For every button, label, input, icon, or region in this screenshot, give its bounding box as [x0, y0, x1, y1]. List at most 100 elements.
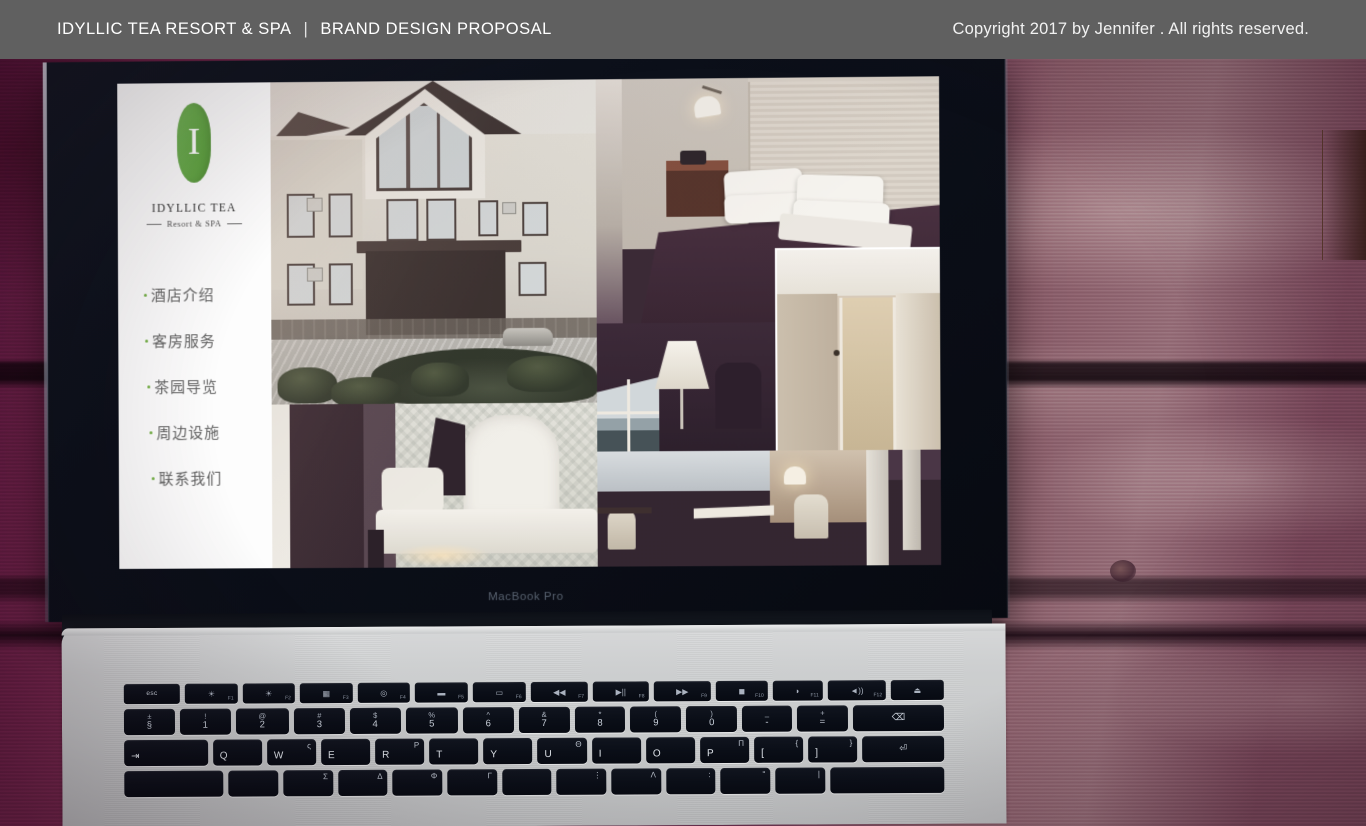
nav-bullet-icon — [149, 431, 153, 435]
copyright-notice: Copyright 2017 by Jennifer . All rights … — [952, 20, 1309, 38]
ac-unit-icon — [306, 197, 323, 212]
key-f3-mission-control[interactable]: ▦ F3 — [299, 682, 353, 704]
nav-bullet-icon — [147, 385, 151, 389]
keyboard[interactable]: esc ☀ F1 ☀ F2 ▦ F3 ◎ F4 ▬ F5 ▭ F6 ◀◀ F7 … — [123, 679, 945, 826]
window — [328, 193, 353, 238]
desk-chair — [607, 509, 636, 550]
key-s[interactable]: Σ — [283, 770, 334, 797]
nav-item-nearby-facilities[interactable]: 周边设施 — [149, 422, 220, 443]
writing-desk — [597, 507, 652, 514]
nav-item-contact-us[interactable]: 联系我们 — [151, 468, 223, 489]
nav-bullet-icon — [143, 293, 147, 297]
key-f2-brightness-up[interactable]: ☀ F2 — [242, 683, 295, 704]
key-u[interactable]: U Θ — [537, 737, 587, 764]
nav-bullet-icon — [145, 339, 149, 343]
lid-left-edge-highlight — [42, 62, 50, 623]
nav-item-label: 茶园导览 — [154, 378, 218, 397]
key-f11-volume-down[interactable]: ◗ F11 — [772, 680, 823, 701]
nav-item-hotel-intro[interactable]: 酒店介绍 — [143, 284, 215, 305]
key-a[interactable] — [228, 770, 279, 797]
key-f10-mute[interactable]: ◼ F10 — [715, 680, 768, 702]
site-logo[interactable]: I IDYLLIC TEA Resort & SPA — [147, 102, 242, 229]
key-delete[interactable]: ⌫ — [852, 704, 944, 732]
key-8[interactable]: * 8 — [574, 706, 626, 733]
key-f[interactable]: Φ — [392, 769, 443, 796]
key-f8-play-pause[interactable]: ▶|| F8 — [592, 681, 649, 702]
logo-tagline-group: Resort & SPA — [147, 218, 242, 229]
gallery-photo-corridor-doorway[interactable] — [774, 246, 942, 451]
key-return[interactable]: ⏎ — [862, 735, 945, 763]
key-l[interactable]: : — [665, 768, 716, 795]
window-mullion-vertical — [627, 379, 631, 452]
key-0[interactable]: ) 0 — [686, 705, 738, 733]
key-quote[interactable]: | — [775, 767, 826, 794]
key-w[interactable]: W ς — [266, 739, 317, 766]
key-f12-volume-up[interactable]: ◄)) F12 — [827, 680, 887, 701]
nav-item-tea-garden-tour[interactable]: 茶园导览 — [147, 376, 218, 397]
section-title: BRAND DESIGN PROPOSAL — [320, 20, 552, 38]
key-q[interactable]: Q — [212, 739, 262, 766]
key-caps-lock[interactable] — [124, 770, 224, 798]
sofa-carved-leg — [367, 529, 384, 568]
key-g[interactable]: Γ — [447, 769, 498, 796]
window — [328, 263, 353, 306]
key-return-lower[interactable] — [829, 766, 945, 794]
key-f6-keyboard-backlight-up[interactable]: ▭ F6 — [472, 682, 526, 703]
gallery-photo-hotel-exterior[interactable] — [270, 79, 598, 405]
key-7[interactable]: & 7 — [518, 706, 570, 734]
desk-chair — [794, 494, 829, 539]
corridor-wall — [777, 293, 839, 451]
key-5[interactable]: % 5 — [405, 707, 458, 734]
key-h[interactable] — [501, 768, 552, 796]
key-esc[interactable]: esc — [123, 683, 181, 705]
brand-title: IDYLLIC TEA RESORT & SPA — [57, 20, 292, 38]
key-9[interactable]: ( 9 — [630, 706, 682, 733]
laptop-screen: I IDYLLIC TEA Resort & SPA 酒店介绍 客房服务 茶园导… — [117, 76, 942, 569]
gallery-photo-suite-interior[interactable] — [597, 449, 942, 567]
gallery-photo-lounge-lamp[interactable] — [596, 322, 776, 452]
key-j[interactable]: ⋮ — [556, 768, 607, 795]
website-photo-collage — [270, 76, 942, 569]
key-bracket-left[interactable]: [ { — [754, 736, 804, 763]
key-2[interactable]: @ 2 — [235, 708, 289, 735]
key-f9-next-track[interactable]: ▶▶ F9 — [653, 681, 711, 702]
key-f7-previous-track[interactable]: ◀◀ F7 — [530, 681, 589, 703]
key-tab[interactable]: ⇥ — [124, 739, 208, 767]
key-3[interactable]: # 3 — [293, 707, 345, 735]
key-d[interactable]: Δ — [337, 769, 388, 797]
armchair-silhouette — [715, 362, 762, 429]
key-r[interactable]: R Ρ — [375, 738, 425, 765]
key-i[interactable]: I — [591, 737, 641, 764]
key-4[interactable]: $ 4 — [349, 707, 401, 734]
key-section[interactable]: ± § — [123, 708, 175, 736]
key-f4-launchpad[interactable]: ◎ F4 — [357, 682, 410, 703]
window-mullion-horizontal — [597, 411, 660, 415]
nav-item-room-service[interactable]: 客房服务 — [145, 330, 216, 351]
screenshot-stage: IDYLLIC TEA RESORT & SPA | BRAND DESIGN … — [0, 0, 1366, 826]
key-minus[interactable]: _ - — [742, 705, 792, 732]
shrub — [411, 362, 470, 397]
macbook-pro-mockup: I IDYLLIC TEA Resort & SPA 酒店介绍 客房服务 茶园导… — [0, 0, 1366, 826]
key-o[interactable]: O — [645, 737, 696, 764]
parked-car — [502, 327, 553, 347]
key-eject[interactable]: ⏏ — [891, 679, 944, 701]
key-y[interactable]: Y — [483, 738, 533, 765]
key-t[interactable]: T — [429, 738, 479, 765]
keyboard-function-row: esc ☀ F1 ☀ F2 ▦ F3 ◎ F4 ▬ F5 ▭ F6 ◀◀ F7 … — [123, 679, 944, 705]
key-semicolon[interactable]: " — [720, 767, 771, 795]
key-6[interactable]: ^ 6 — [462, 707, 514, 734]
key-bracket-right[interactable]: ] } — [808, 736, 858, 763]
nav-item-label: 周边设施 — [156, 424, 221, 443]
door-frame — [895, 292, 942, 451]
shrub — [506, 355, 584, 393]
warm-light-glow — [391, 543, 492, 568]
gallery-photo-ornate-sofa[interactable] — [271, 402, 598, 569]
key-f5-keyboard-backlight-down[interactable]: ▬ F5 — [414, 682, 468, 703]
key-equals[interactable]: + = — [796, 705, 849, 732]
key-f1-brightness-down[interactable]: ☀ F1 — [185, 683, 238, 704]
key-k[interactable]: Λ — [611, 768, 662, 795]
key-e[interactable]: E — [320, 738, 371, 766]
window — [522, 201, 549, 237]
key-p[interactable]: P Π — [699, 736, 750, 764]
key-1[interactable]: ! 1 — [179, 708, 231, 735]
